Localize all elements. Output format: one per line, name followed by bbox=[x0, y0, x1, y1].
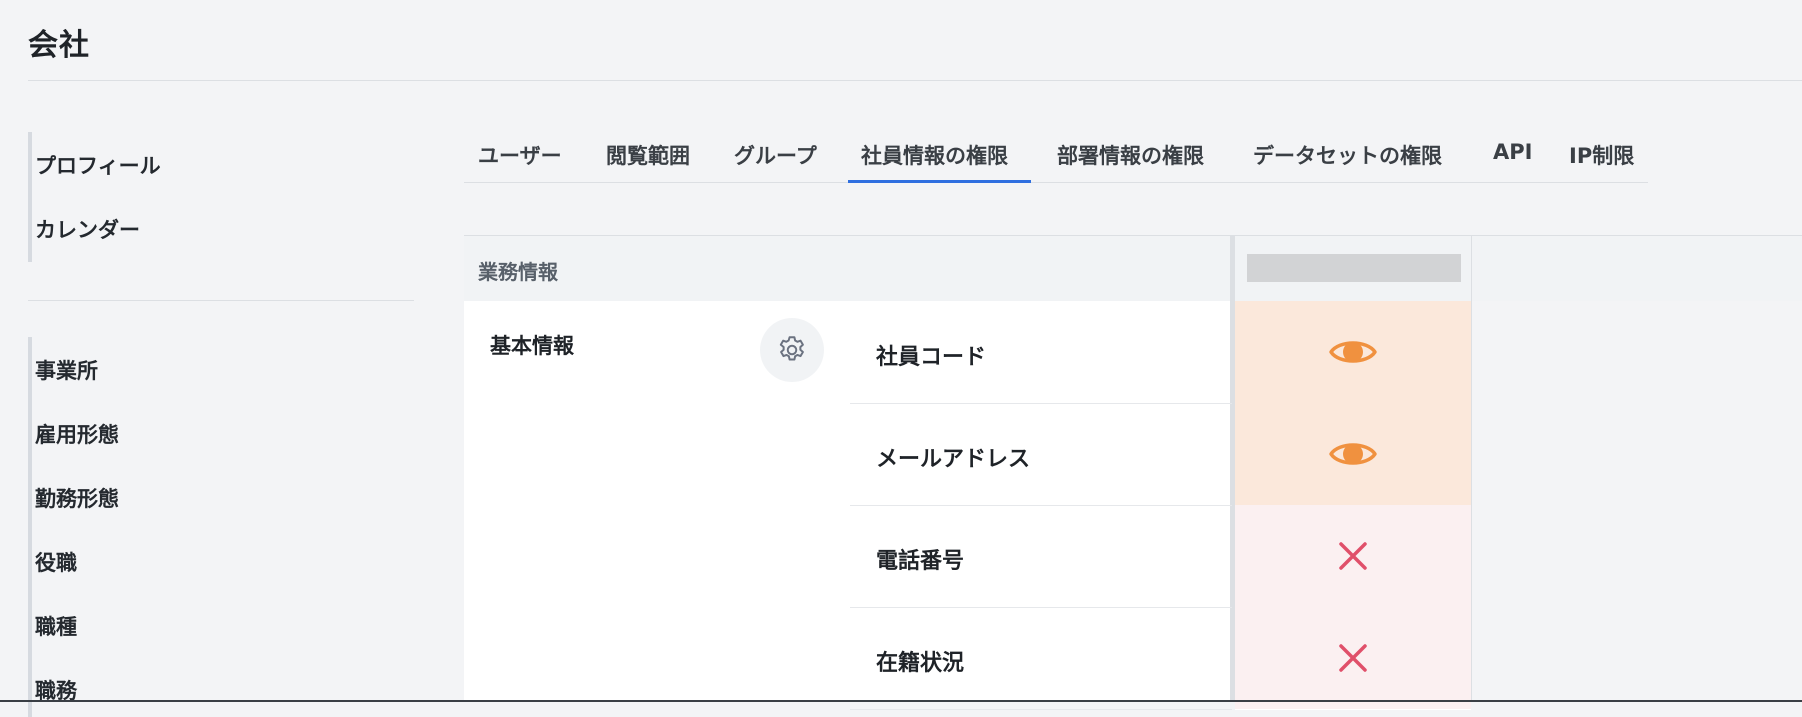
table-row: 在籍状況 bbox=[850, 607, 1232, 710]
tab-users[interactable]: ユーザー bbox=[478, 140, 562, 182]
tab-dataset-permissions[interactable]: データセットの権限 bbox=[1253, 140, 1442, 182]
active-tab-indicator bbox=[848, 180, 1031, 183]
category-settings-button[interactable] bbox=[760, 318, 824, 382]
eye-icon bbox=[1329, 341, 1377, 363]
close-icon bbox=[1339, 644, 1367, 672]
field-label: メールアドレス bbox=[876, 447, 1031, 472]
tab-view-scope[interactable]: 閲覧範囲 bbox=[606, 140, 690, 182]
section-label: 業務情報 bbox=[478, 260, 558, 284]
sidebar-item-employment-type[interactable]: 雇用形態 bbox=[35, 419, 119, 449]
sidebar-group-master bbox=[28, 337, 418, 717]
column-header-placeholder bbox=[1247, 254, 1461, 282]
sidebar-item-position[interactable]: 役職 bbox=[35, 547, 77, 577]
field-label: 電話番号 bbox=[876, 549, 965, 574]
eye-icon bbox=[1329, 443, 1377, 465]
title-divider bbox=[28, 80, 1802, 81]
close-icon bbox=[1339, 542, 1367, 570]
tab-department-permissions[interactable]: 部署情報の権限 bbox=[1057, 140, 1204, 182]
sidebar-item-calendar[interactable]: カレンダー bbox=[35, 214, 140, 244]
table-row: 電話番号 bbox=[850, 505, 1232, 608]
table-row: 社員コード bbox=[850, 301, 1232, 404]
permission-cell[interactable] bbox=[1235, 403, 1471, 506]
sidebar-divider bbox=[28, 300, 414, 301]
column-right-border bbox=[1471, 235, 1472, 702]
permission-cell[interactable] bbox=[1235, 301, 1471, 404]
field-label: 在籍状況 bbox=[876, 651, 965, 676]
tab-employee-permissions[interactable]: 社員情報の権限 bbox=[861, 140, 1008, 182]
permission-cell[interactable] bbox=[1235, 607, 1471, 710]
sidebar-item-profile[interactable]: プロフィール bbox=[35, 150, 161, 180]
permission-cell[interactable] bbox=[1235, 505, 1471, 608]
tab-api[interactable]: API bbox=[1493, 140, 1532, 182]
gear-icon bbox=[779, 336, 804, 361]
field-label: 社員コード bbox=[876, 345, 987, 370]
settings-tabs: ユーザー 閲覧範囲 グループ 社員情報の権限 部署情報の権限 データセットの権限… bbox=[464, 130, 1648, 183]
sidebar-item-work-style[interactable]: 勤務形態 bbox=[35, 483, 119, 513]
page-title: 会社 bbox=[28, 28, 90, 63]
tab-ip-restriction[interactable]: IP制限 bbox=[1569, 140, 1634, 182]
table-row: メールアドレス bbox=[850, 403, 1232, 506]
sidebar-item-job-type[interactable]: 職種 bbox=[35, 611, 77, 641]
table-empty-area bbox=[1472, 301, 1802, 702]
category-label: 基本情報 bbox=[490, 334, 574, 358]
tab-groups[interactable]: グループ bbox=[734, 140, 817, 182]
table-header bbox=[464, 235, 1802, 302]
sidebar-item-office[interactable]: 事業所 bbox=[35, 355, 98, 385]
